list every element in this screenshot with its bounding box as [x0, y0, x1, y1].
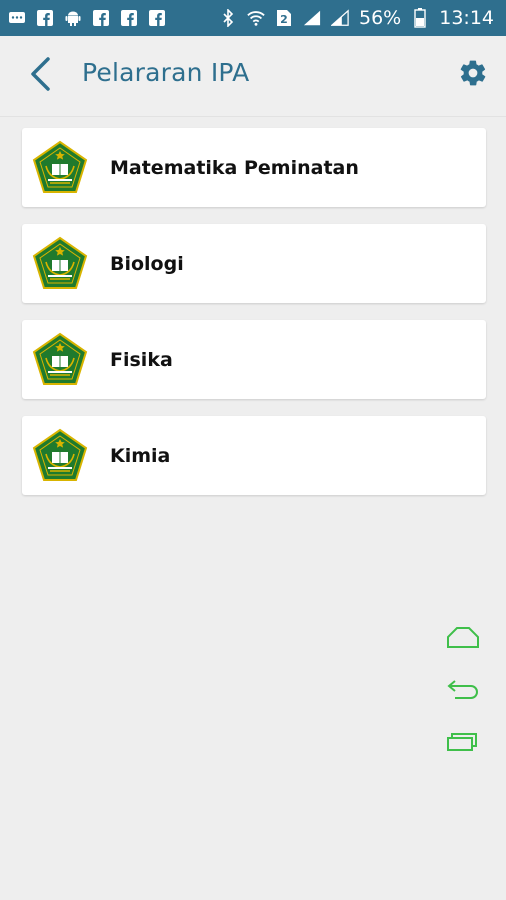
- app-bar: Pelararan IPA: [0, 36, 506, 117]
- kemenag-emblem-icon: [32, 236, 88, 290]
- back-button[interactable]: [22, 54, 58, 98]
- list-item-label: Kimia: [110, 444, 171, 467]
- facebook-icon: [120, 9, 138, 27]
- home-icon: [445, 625, 481, 654]
- android-icon: [64, 9, 82, 27]
- back-nav-button[interactable]: [440, 672, 486, 710]
- back-arrow-icon: [29, 56, 51, 97]
- list-item-label: Fisika: [110, 348, 173, 371]
- status-bar: 2 56% 13:14: [0, 0, 506, 36]
- bluetooth-icon: [219, 9, 237, 27]
- kemenag-emblem-icon: [32, 140, 88, 194]
- battery-icon: [411, 8, 429, 28]
- list-item[interactable]: Matematika Peminatan: [22, 128, 486, 207]
- list-item-label: Matematika Peminatan: [110, 156, 359, 179]
- svg-text:2: 2: [280, 13, 288, 26]
- kemenag-emblem-icon: [32, 428, 88, 482]
- facebook-icon: [148, 9, 166, 27]
- back-return-icon: [445, 677, 481, 706]
- page-title: Pelararan IPA: [82, 58, 250, 87]
- wifi-icon: [247, 9, 265, 27]
- clock: 13:14: [439, 7, 494, 29]
- facebook-icon: [36, 9, 54, 27]
- home-button[interactable]: [440, 620, 486, 658]
- list-item[interactable]: Kimia: [22, 416, 486, 495]
- screen: 2 56% 13:14 Pelararan IPA Matematika Pem…: [0, 0, 506, 900]
- list-item[interactable]: Biologi: [22, 224, 486, 303]
- sim-icon: 2: [275, 9, 293, 27]
- facebook-icon: [92, 9, 110, 27]
- recent-apps-button[interactable]: [440, 724, 486, 762]
- settings-button[interactable]: [456, 58, 490, 92]
- signal-icon: [331, 9, 349, 27]
- message-icon: [8, 9, 26, 27]
- floating-nav: [440, 620, 486, 776]
- kemenag-emblem-icon: [32, 332, 88, 386]
- list-item-label: Biologi: [110, 252, 184, 275]
- list-item[interactable]: Fisika: [22, 320, 486, 399]
- signal-icon: [303, 9, 321, 27]
- status-system: 2 56% 13:14: [219, 7, 494, 29]
- subject-list: Matematika Peminatan Biologi Fisika Kimi…: [22, 128, 486, 512]
- recent-apps-icon: [445, 729, 481, 758]
- status-notifications: [8, 9, 166, 27]
- battery-percent: 56%: [359, 7, 402, 29]
- gear-icon: [458, 58, 488, 93]
